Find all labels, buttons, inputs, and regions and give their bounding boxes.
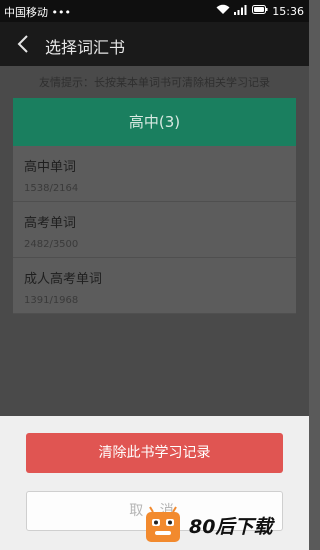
book-progress: 1391/1968 xyxy=(24,295,79,306)
wifi-icon xyxy=(216,4,230,18)
category-label: 高中(3) xyxy=(128,113,181,131)
carrier-label: 中国移动 ••• xyxy=(4,6,71,19)
book-item[interactable]: 高中单词 1538/2164 xyxy=(13,146,296,202)
book-name: 高中单词 xyxy=(24,160,77,175)
watermark-text: 80后下载 xyxy=(189,516,273,538)
chevron-left-icon[interactable] xyxy=(14,32,34,56)
book-item[interactable]: 成人高考单词 1391/1968 xyxy=(13,258,296,314)
status-icons: 15:36 xyxy=(216,4,304,18)
book-name: 成人高考单词 xyxy=(24,272,103,287)
book-item[interactable]: 高考单词 2482/3500 xyxy=(13,202,296,258)
clear-record-button[interactable]: 清除此书学习记录 xyxy=(26,433,283,473)
page-title: 选择词汇书 xyxy=(45,38,126,57)
watermark: 80后下载 xyxy=(143,504,305,546)
signal-icon xyxy=(234,4,248,18)
robot-logo-icon xyxy=(143,506,183,544)
clock: 15:36 xyxy=(272,4,304,18)
status-bar: 中国移动 ••• 15:36 xyxy=(0,0,309,22)
tip-text: 友情提示：长按某本单词书可清除相关学习记录 xyxy=(39,76,270,89)
book-name: 高考单词 xyxy=(24,216,77,231)
app-bar: 选择词汇书 xyxy=(0,22,309,66)
book-progress: 2482/3500 xyxy=(24,239,79,250)
book-list: 高中单词 1538/2164 高考单词 2482/3500 成人高考单词 139… xyxy=(13,146,296,314)
category-header[interactable]: 高中(3) xyxy=(13,98,296,152)
book-progress: 1538/2164 xyxy=(24,183,79,194)
battery-icon xyxy=(252,4,268,18)
